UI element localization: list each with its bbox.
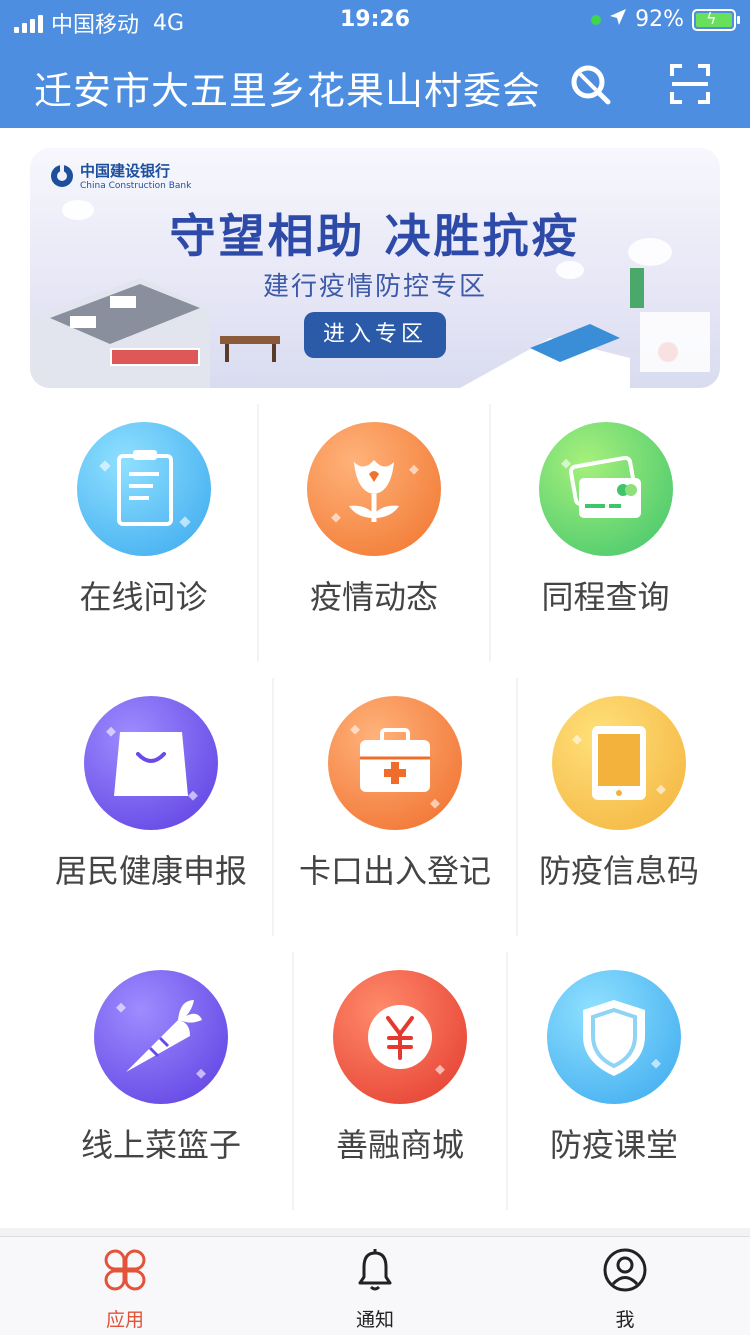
cards-icon — [539, 422, 673, 556]
shield-icon — [547, 970, 681, 1104]
tab-me[interactable]: 我 — [500, 1237, 750, 1335]
main-content: 中国建设银行 China Construction Bank 守望相助 决胜抗疫… — [0, 128, 750, 1228]
battery-percent: 92% — [635, 7, 684, 32]
service-trip-query[interactable]: 同程查询 — [491, 404, 720, 662]
status-bar: 中国移动 4G 19:26 92% ϟ — [0, 0, 750, 40]
bag-icon — [84, 696, 218, 830]
page-title: 迁安市大五里乡花果山村委会 — [34, 69, 542, 113]
scan-button[interactable] — [668, 62, 712, 106]
service-label: 疫情动态 — [309, 578, 438, 616]
service-label: 防疫信息码 — [538, 852, 699, 890]
tablet-icon — [552, 696, 686, 830]
battery-icon: ϟ — [692, 8, 740, 31]
service-shanrong-mall[interactable]: 善融商城 — [294, 952, 506, 1210]
scan-icon — [670, 64, 710, 104]
app-header: 迁安市大五里乡花果山村委会 — [0, 40, 750, 128]
tab-label: 应用 — [105, 1309, 144, 1331]
service-online-consult[interactable]: 在线问诊 — [30, 404, 257, 662]
banner-headline: 守望相助 决胜抗疫 — [169, 209, 581, 263]
recording-dot-icon — [591, 14, 602, 25]
apps-icon — [104, 1249, 146, 1291]
service-epidemic-news[interactable]: 疫情动态 — [259, 404, 489, 662]
service-row-1: 在线问诊 疫情动态 同程查询 — [30, 404, 720, 662]
bottom-tab-bar: 应用 通知 我 — [0, 1236, 750, 1335]
flower-icon — [307, 422, 441, 556]
banner-subtitle: 建行疫情防控专区 — [262, 272, 487, 302]
service-online-grocery[interactable]: 线上菜篮子 — [30, 952, 292, 1210]
promo-banner[interactable]: 中国建设银行 China Construction Bank 守望相助 决胜抗疫… — [30, 148, 720, 388]
service-checkpoint-registration[interactable]: 卡口出入登记 — [274, 678, 516, 936]
service-label: 线上菜篮子 — [80, 1126, 241, 1164]
medkit-icon — [328, 696, 462, 830]
tab-notifications[interactable]: 通知 — [250, 1237, 500, 1335]
service-health-report[interactable]: 居民健康申报 — [30, 678, 272, 936]
bell-icon — [358, 1249, 392, 1291]
service-health-code[interactable]: 防疫信息码 — [518, 678, 720, 936]
enter-zone-button[interactable]: 进入专区 — [304, 312, 446, 358]
clipboard-icon — [77, 422, 211, 556]
carrot-icon — [94, 970, 228, 1104]
service-row-3: 线上菜篮子 善融商城 防疫课堂 — [30, 952, 720, 1210]
service-label: 善融商城 — [335, 1126, 464, 1164]
user-icon — [603, 1248, 647, 1292]
tab-apps[interactable]: 应用 — [0, 1237, 250, 1335]
service-label: 同程查询 — [541, 578, 670, 616]
tab-label: 我 — [615, 1309, 635, 1331]
service-label: 居民健康申报 — [54, 852, 247, 890]
service-label: 卡口出入登记 — [298, 852, 491, 890]
tab-label: 通知 — [355, 1309, 394, 1331]
service-label: 防疫课堂 — [549, 1126, 678, 1164]
search-button[interactable] — [568, 62, 612, 106]
service-row-2: 居民健康申报 卡口出入登记 防疫信息码 — [30, 678, 720, 936]
service-label: 在线问诊 — [79, 578, 208, 616]
yuan-icon — [333, 970, 467, 1104]
search-icon — [571, 65, 611, 105]
location-arrow-icon — [609, 7, 627, 32]
service-epidemic-class[interactable]: 防疫课堂 — [508, 952, 720, 1210]
